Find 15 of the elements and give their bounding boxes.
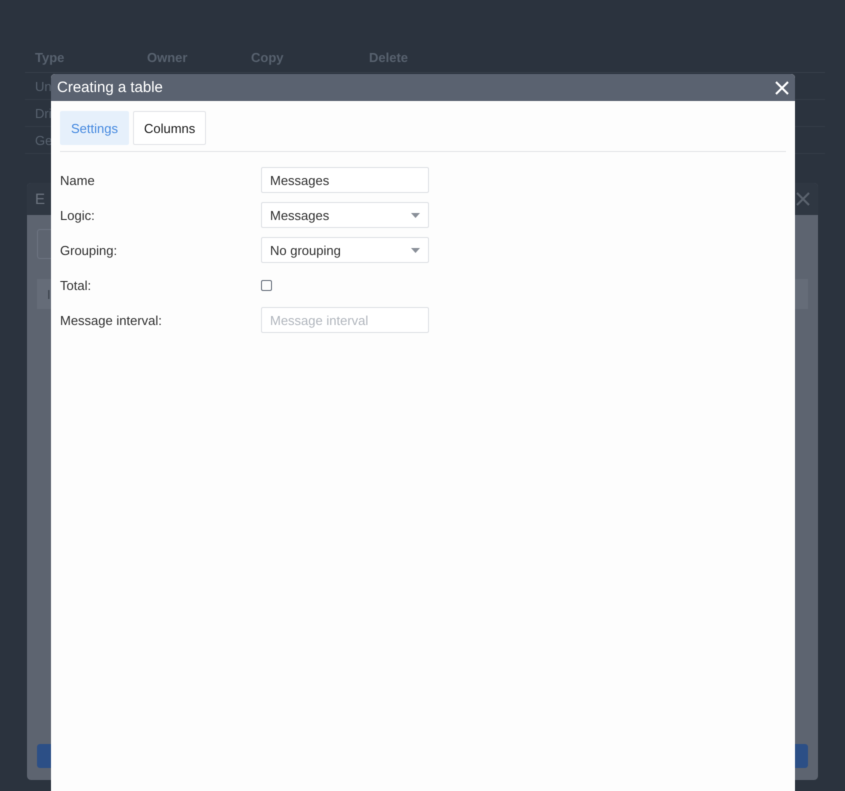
caret-icon (411, 212, 420, 218)
text-field[interactable]: Messages (261, 167, 429, 193)
field-label: Message interval: (60, 312, 163, 328)
field-label: Logic: (60, 208, 96, 222)
dialog-title: E (35, 190, 46, 208)
field-label: Total: (60, 278, 92, 292)
caret-icon (411, 248, 420, 252)
dialog-title: Creating a table (57, 79, 163, 96)
dropdown[interactable]: No grouping (261, 237, 429, 263)
text-field[interactable]: Message interval (261, 307, 429, 333)
field-label: Name (60, 172, 96, 188)
tab[interactable]: Columns (132, 111, 206, 145)
field-label: Grouping: (60, 242, 118, 258)
dropdown[interactable]: Messages (261, 202, 429, 228)
checkbox[interactable] (261, 280, 272, 290)
